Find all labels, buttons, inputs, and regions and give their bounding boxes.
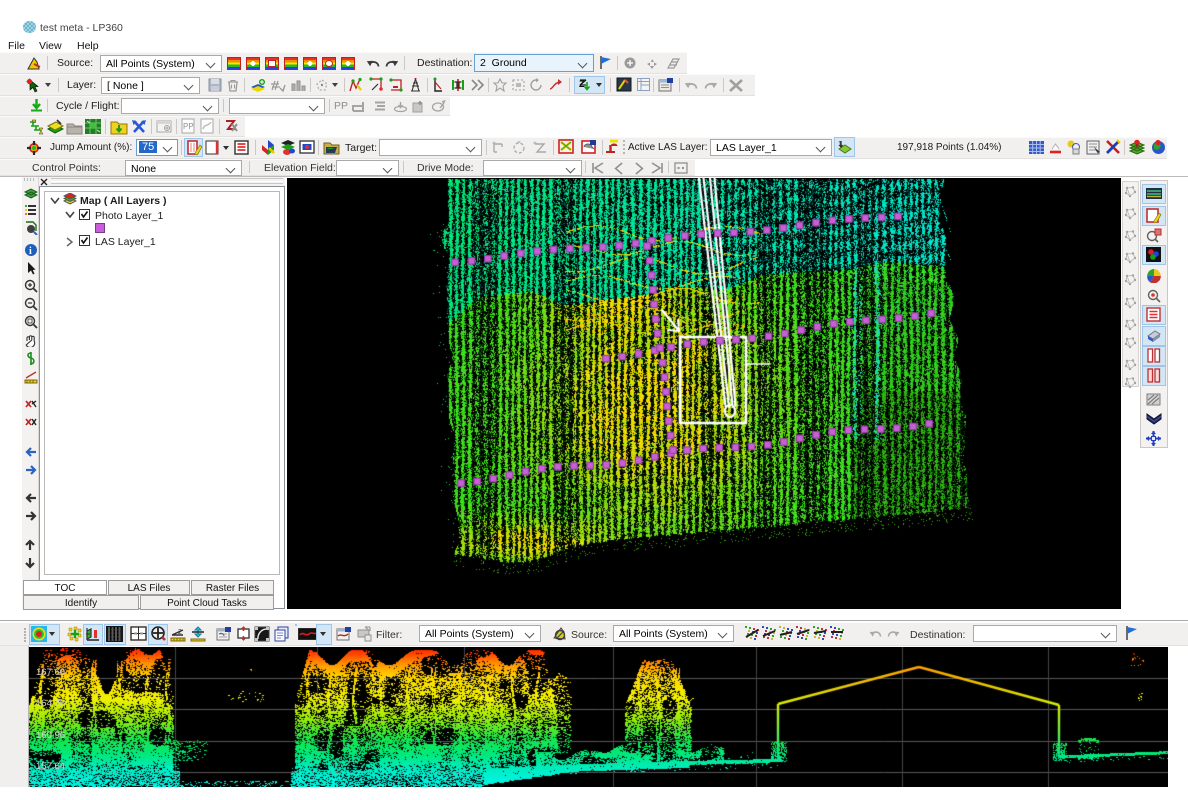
svg-text:i: i [29, 246, 32, 257]
svg-text:1: 1 [838, 141, 842, 148]
svg-text:Z: Z [579, 79, 585, 89]
svg-text:2: 2 [178, 629, 182, 636]
svg-text:PP: PP [183, 122, 194, 131]
